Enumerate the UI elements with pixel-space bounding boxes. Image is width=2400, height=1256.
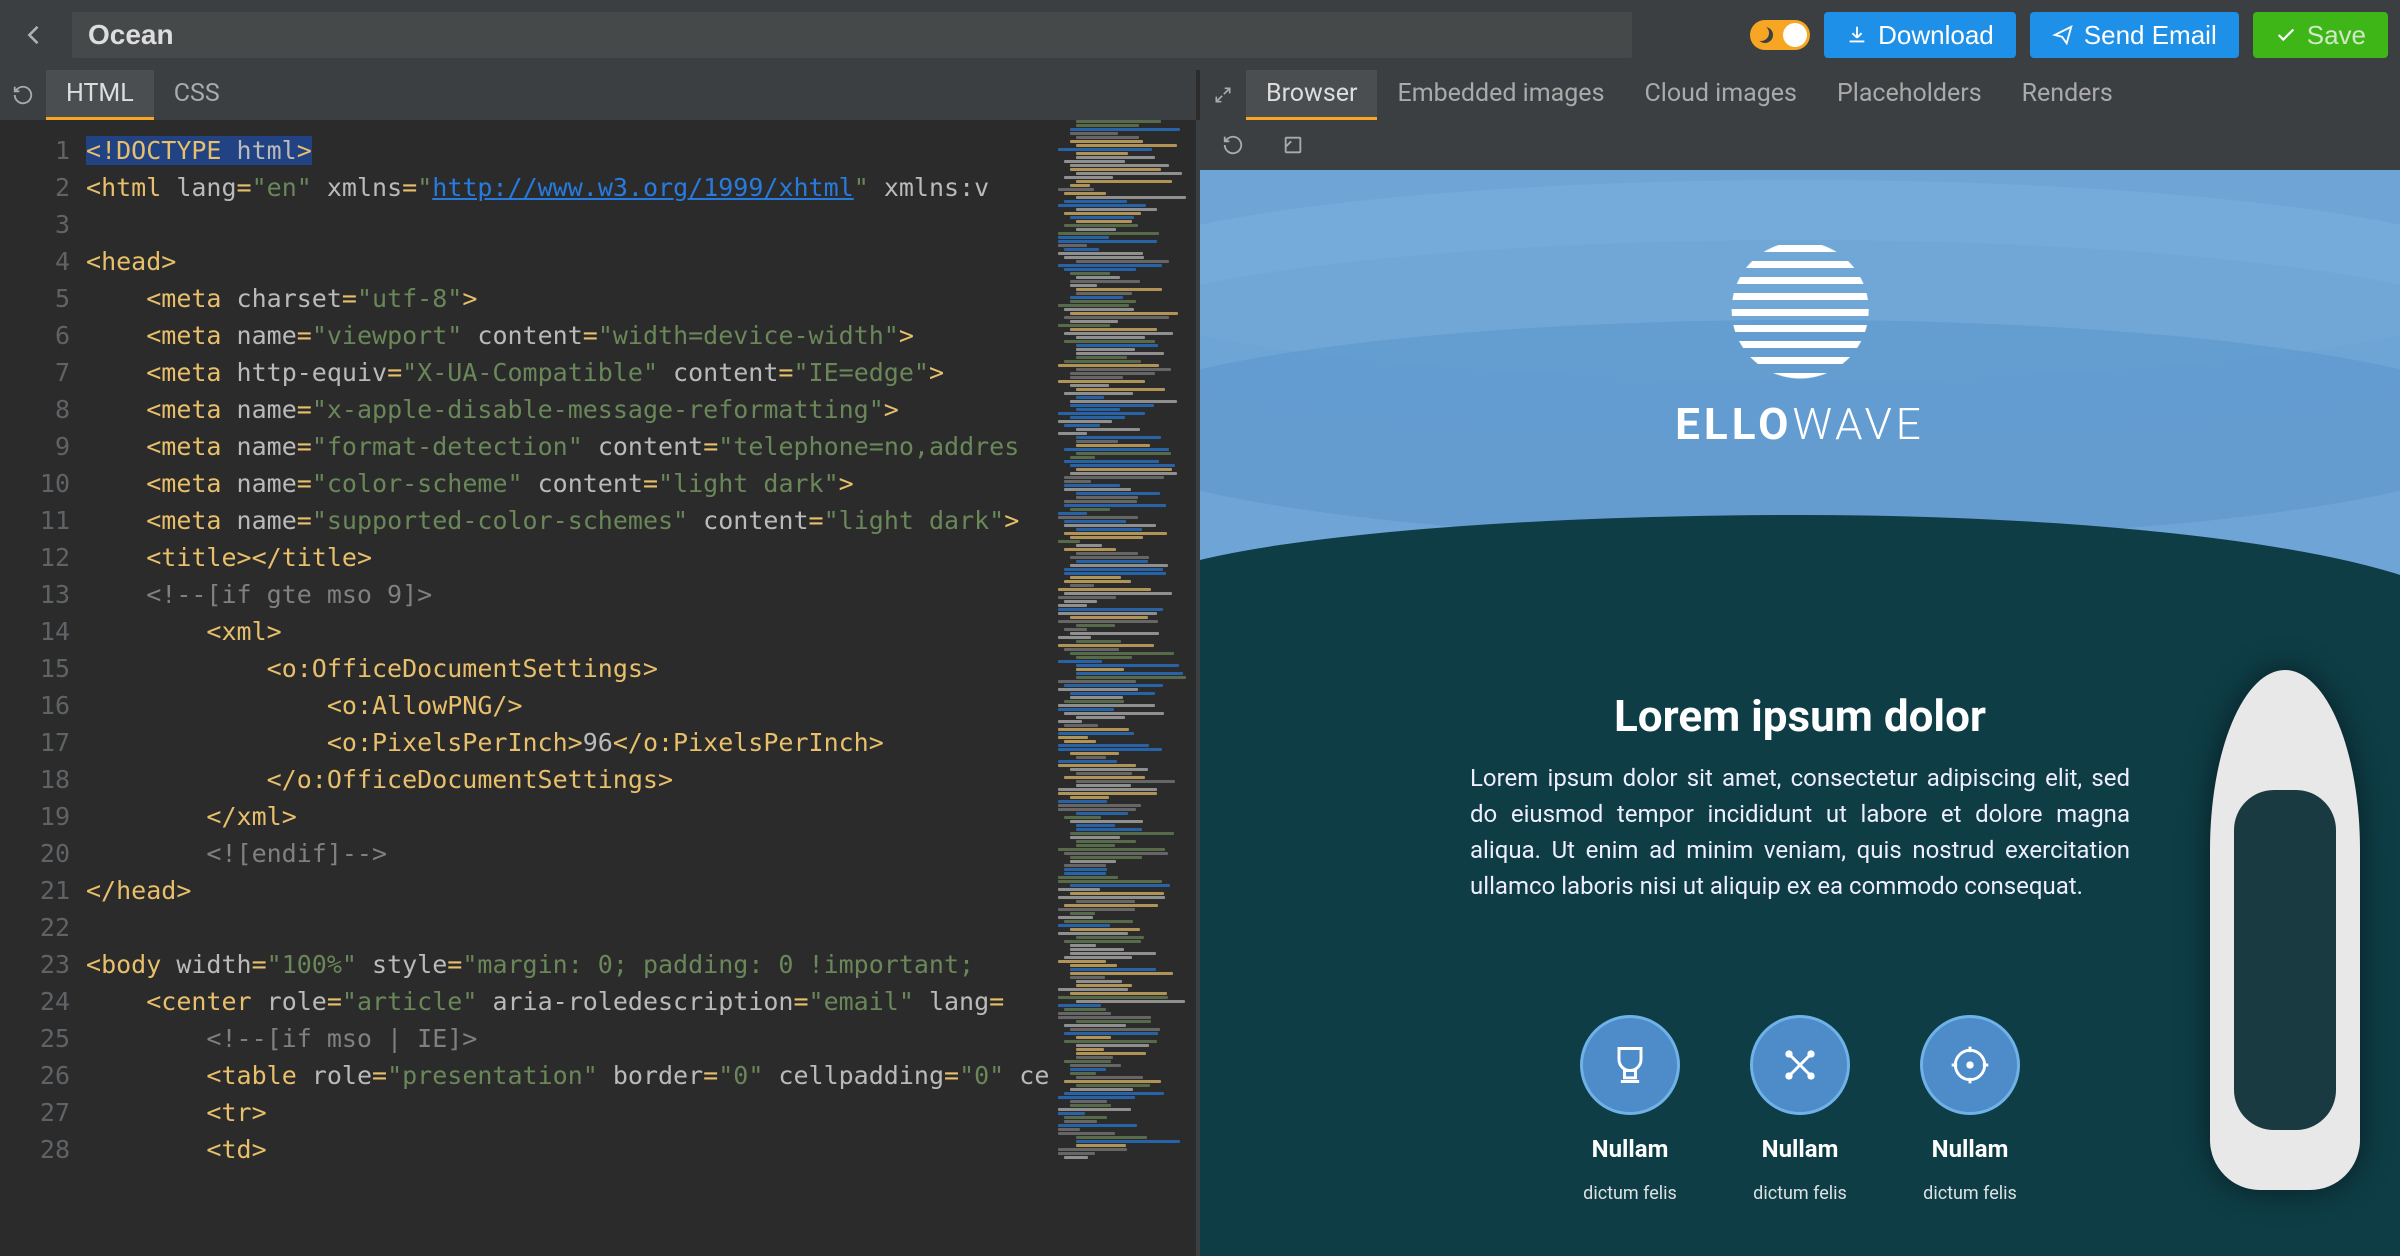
feature-icon xyxy=(1580,1015,1680,1115)
feature-sub: dictum felis xyxy=(1923,1183,2017,1204)
feature-sub: dictum felis xyxy=(1583,1183,1677,1204)
preview-toolbar xyxy=(1200,120,2400,170)
minimap[interactable] xyxy=(1056,120,1196,1256)
brand-logo: ELLOWAVE xyxy=(1675,240,1925,450)
theme-toggle[interactable] xyxy=(1750,20,1810,50)
preview-pane: ELLOWAVE Lorem ipsum dolor Lorem ipsum d… xyxy=(1200,120,2400,1256)
tab-css[interactable]: CSS xyxy=(154,70,240,120)
feature-item: Nullam dictum felis xyxy=(1580,1015,1680,1204)
feature-icon xyxy=(1920,1015,2020,1115)
expand-preview-button[interactable] xyxy=(1200,72,1246,118)
feature-sub: dictum felis xyxy=(1753,1183,1847,1204)
download-icon xyxy=(1846,24,1868,46)
toggle-knob xyxy=(1783,23,1807,47)
tab-placeholders[interactable]: Placeholders xyxy=(1817,70,2002,120)
hero-body: Lorem ipsum dolor sit amet, consectetur … xyxy=(1470,760,2130,904)
project-title-input[interactable] xyxy=(72,12,1632,58)
boat-illustration xyxy=(2210,670,2360,1190)
moon-icon xyxy=(1757,27,1773,43)
send-icon xyxy=(2052,24,2074,46)
save-button[interactable]: Save xyxy=(2253,12,2388,58)
send-email-button[interactable]: Send Email xyxy=(2030,12,2239,58)
refresh-code-button[interactable] xyxy=(0,72,46,118)
feature-label: Nullam xyxy=(1592,1135,1669,1163)
logo-icon xyxy=(1730,240,1870,380)
tab-browser[interactable]: Browser xyxy=(1246,70,1377,120)
feature-icon xyxy=(1750,1015,1850,1115)
check-icon xyxy=(2275,24,2297,46)
tab-html[interactable]: HTML xyxy=(46,70,154,120)
download-button[interactable]: Download xyxy=(1824,12,2016,58)
tab-embedded-images[interactable]: Embedded images xyxy=(1377,70,1624,120)
tab-renders[interactable]: Renders xyxy=(2002,70,2133,120)
refresh-preview-button[interactable] xyxy=(1210,122,1256,168)
feature-item: Nullam dictum felis xyxy=(1750,1015,1850,1204)
code-editor[interactable]: 1234567891011121314151617181920212223242… xyxy=(0,120,1196,1256)
topbar: Download Send Email Save xyxy=(0,0,2400,70)
tab-bar: HTML CSS Browser Embedded images Cloud i… xyxy=(0,70,2400,120)
back-button[interactable] xyxy=(12,13,56,57)
tab-cloud-images[interactable]: Cloud images xyxy=(1624,70,1817,120)
feature-item: Nullam dictum felis xyxy=(1920,1015,2020,1204)
code-editor-pane: 1234567891011121314151617181920212223242… xyxy=(0,120,1200,1256)
feature-label: Nullam xyxy=(1932,1135,2009,1163)
open-external-button[interactable] xyxy=(1270,122,1316,168)
feature-label: Nullam xyxy=(1762,1135,1839,1163)
email-preview: ELLOWAVE Lorem ipsum dolor Lorem ipsum d… xyxy=(1200,170,2400,1256)
